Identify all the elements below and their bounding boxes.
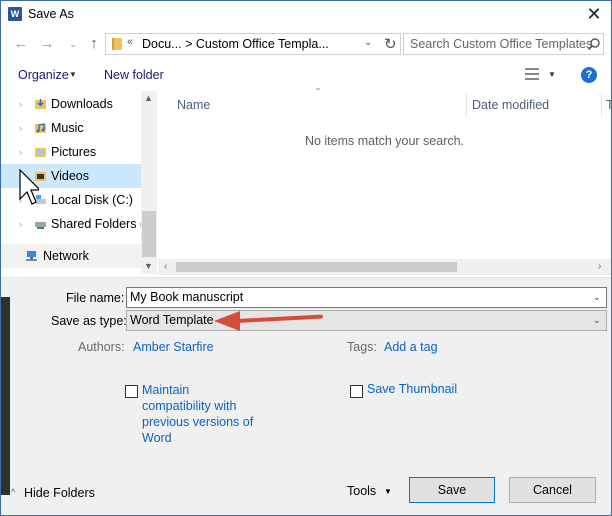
maintain-compatibility-label[interactable]: Maintain compatibility with previous ver… — [142, 382, 253, 446]
organize-button[interactable]: Organize — [18, 68, 69, 82]
nav-item-label: Videos — [51, 169, 89, 183]
save-as-type-select[interactable]: Word Template ⌄ — [126, 310, 607, 331]
help-icon[interactable]: ? — [581, 67, 597, 83]
file-list: Name ⌃ Date modified T No items match yo… — [158, 87, 611, 276]
tools-dropdown-icon[interactable]: ▼ — [384, 487, 392, 496]
title-bar: W Save As ✕ — [1, 1, 611, 29]
nav-item-pictures[interactable]: › Pictures — [1, 140, 141, 164]
network-icon — [26, 251, 37, 261]
tags-field[interactable]: Add a tag — [384, 340, 438, 354]
command-bar: Organize ▼ New folder ▼ ? — [1, 63, 611, 89]
save-thumbnail-checkbox[interactable] — [350, 385, 363, 398]
tools-button[interactable]: Tools — [347, 484, 376, 498]
search-input[interactable]: Search Custom Office Templates — [410, 37, 592, 51]
nav-item-label: Music — [51, 121, 84, 135]
file-name-label: File name: — [66, 291, 125, 305]
path-overflow-icon[interactable]: « — [127, 36, 133, 48]
nav-item-network[interactable]: Network — [1, 244, 141, 268]
authors-field[interactable]: Amber Starfire — [133, 340, 214, 354]
save-as-dialog: W Save As ✕ ← → ⌄ ↑ « Docu... > Custom O… — [0, 0, 612, 516]
nav-item-shared-folders[interactable]: › Shared Folders (\ — [1, 212, 148, 236]
scrollbar-thumb[interactable] — [176, 262, 457, 272]
pictures-folder-icon — [35, 148, 46, 157]
search-box[interactable]: Search Custom Office Templates — [403, 33, 604, 55]
file-name-input[interactable]: My Book manuscript — [130, 290, 243, 304]
expand-chevron-icon[interactable]: › — [19, 147, 22, 157]
nav-item-label: Network — [43, 249, 89, 263]
nav-item-label: Pictures — [51, 145, 97, 159]
nav-item-music[interactable]: › Music — [1, 116, 141, 140]
scrollbar-thumb[interactable] — [142, 211, 156, 257]
address-dropdown-icon[interactable]: ⌄ — [364, 37, 372, 48]
folder-icon — [112, 38, 122, 50]
nav-pane-scrollbar[interactable]: ▲ ▼ — [141, 91, 157, 274]
new-folder-button[interactable]: New folder — [104, 68, 164, 82]
save-as-type-value[interactable]: Word Template — [130, 313, 214, 327]
expand-chevron-icon[interactable]: › — [19, 99, 22, 109]
column-divider[interactable] — [466, 93, 467, 117]
column-header-date-modified[interactable]: Date modified — [472, 98, 549, 112]
window-title: Save As — [28, 7, 74, 21]
nav-item-downloads[interactable]: › Downloads — [1, 92, 141, 116]
column-header-type[interactable]: T — [606, 98, 611, 112]
save-as-type-dropdown-icon[interactable]: ⌄ — [593, 315, 601, 326]
file-name-dropdown-icon[interactable]: ⌄ — [593, 292, 601, 303]
nav-item-label: Downloads — [51, 97, 113, 111]
close-icon[interactable]: ✕ — [579, 3, 609, 25]
tags-label: Tags: — [347, 340, 377, 354]
expand-chevron-icon[interactable]: › — [19, 123, 22, 133]
column-header-name[interactable]: Name — [177, 98, 210, 112]
scroll-down-icon[interactable]: ▼ — [144, 261, 153, 271]
organize-dropdown-icon[interactable]: ▼ — [69, 70, 77, 79]
mouse-cursor-icon — [19, 169, 39, 205]
change-view-icon[interactable] — [525, 68, 539, 80]
authors-label: Authors: — [78, 340, 125, 354]
scroll-right-icon[interactable]: › — [598, 261, 601, 272]
background-window-strip — [1, 297, 10, 495]
save-as-type-label: Save as type: — [51, 314, 127, 328]
word-app-icon: W — [8, 7, 22, 21]
file-name-field[interactable]: My Book manuscript ⌄ — [126, 287, 607, 308]
annotation-arrow-head — [214, 311, 240, 331]
up-arrow-icon[interactable]: ↑ — [84, 34, 104, 54]
downloads-folder-icon — [35, 99, 46, 109]
nav-item-label: Local Disk (C:) — [51, 193, 133, 207]
hide-folders-button[interactable]: Hide Folders — [24, 486, 95, 500]
network-drive-icon — [35, 222, 46, 229]
save-thumbnail-label[interactable]: Save Thumbnail — [367, 382, 457, 396]
forward-arrow-icon[interactable]: → — [37, 34, 57, 54]
column-divider[interactable] — [601, 93, 602, 117]
view-dropdown-icon[interactable]: ▼ — [548, 70, 556, 79]
breadcrumb[interactable]: Docu... > Custom Office Templa... — [142, 37, 329, 51]
expand-chevron-icon[interactable]: › — [19, 219, 22, 229]
address-bar[interactable]: « Docu... > Custom Office Templa... ⌄ ↻ — [105, 33, 401, 55]
hide-folders-chevron-icon[interactable]: ^ — [11, 487, 15, 497]
file-list-horizontal-scrollbar[interactable]: ‹ › — [158, 259, 611, 275]
music-folder-icon — [35, 123, 46, 133]
save-button[interactable]: Save — [409, 477, 495, 503]
scroll-left-icon[interactable]: ‹ — [164, 261, 167, 272]
nav-item-label: Shared Folders (\ — [51, 217, 148, 231]
maintain-compatibility-checkbox[interactable] — [125, 385, 138, 398]
refresh-icon[interactable]: ↻ — [384, 35, 397, 53]
search-icon[interactable] — [587, 37, 601, 51]
save-options-panel: File name: My Book manuscript ⌄ Save as … — [1, 277, 611, 515]
sort-ascending-icon: ⌃ — [314, 87, 323, 98]
empty-results-message: No items match your search. — [304, 134, 465, 148]
back-arrow-icon[interactable]: ← — [11, 34, 31, 54]
cancel-button[interactable]: Cancel — [509, 477, 596, 503]
recent-locations-chevron-icon[interactable]: ⌄ — [63, 34, 83, 54]
scroll-up-icon[interactable]: ▲ — [144, 93, 153, 103]
